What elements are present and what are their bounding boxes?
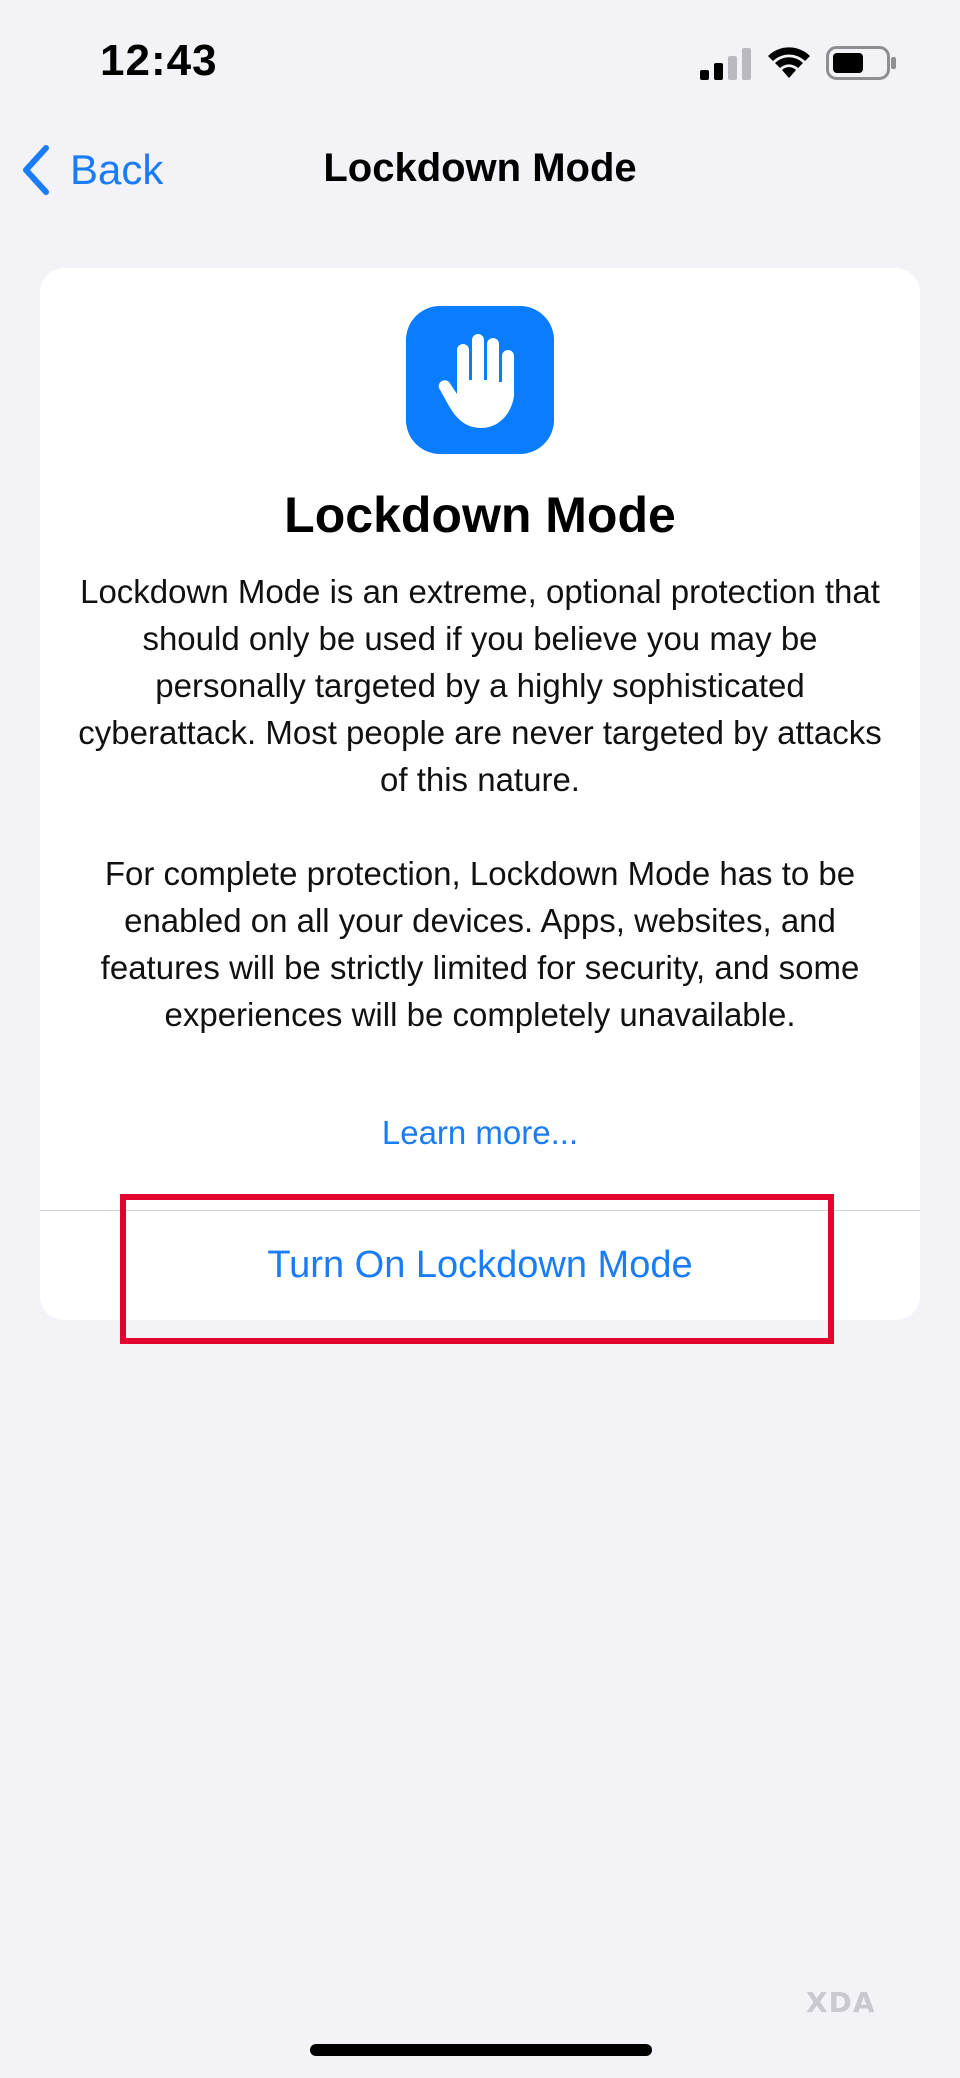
status-time: 12:43 (100, 36, 218, 85)
page-title: Lockdown Mode (323, 146, 637, 190)
cellular-signal-icon (700, 48, 751, 80)
lockdown-mode-card: Lockdown Mode Lockdown Mode is an extrem… (40, 268, 920, 1320)
watermark-logo: XDA (806, 1986, 876, 2019)
navigation-bar: Back Lockdown Mode (0, 130, 960, 210)
description-paragraph: For complete protection, Lockdown Mode h… (100, 855, 860, 1033)
description-paragraph: Lockdown Mode is an extreme, optional pr… (78, 573, 882, 798)
home-indicator[interactable] (310, 2044, 652, 2056)
battery-icon (826, 46, 896, 80)
wifi-icon (768, 47, 810, 78)
card-title: Lockdown Mode (284, 487, 676, 543)
status-bar: 12:43 (0, 0, 960, 120)
learn-more-link[interactable]: Learn more... (40, 1114, 920, 1152)
turn-on-lockdown-mode-button[interactable]: Turn On Lockdown Mode (40, 1211, 920, 1320)
raised-hand-icon (406, 306, 554, 454)
